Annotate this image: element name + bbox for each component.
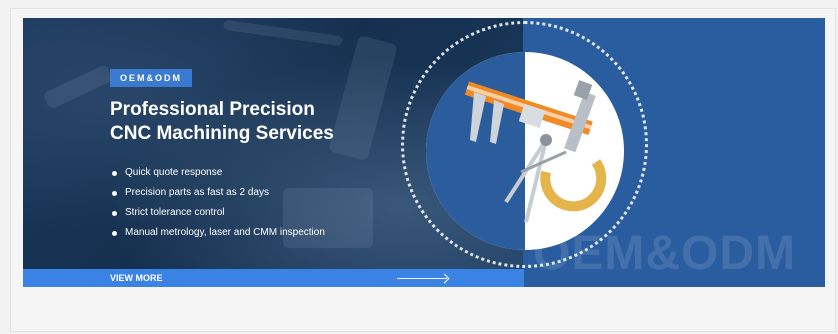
page-title: Professional Precision CNC Machining Ser… <box>110 98 410 146</box>
list-item: Quick quote response <box>110 163 325 183</box>
tools-image <box>426 52 624 250</box>
feature-text: Manual metrology, laser and CMM inspecti… <box>125 227 325 238</box>
list-item: Precision parts as fast as 2 days <box>110 183 325 203</box>
hero-banner[interactable]: OEM&ODM OEM&ODM Professional Precision C… <box>23 18 825 287</box>
feature-list: Quick quote response Precision parts as … <box>110 163 325 243</box>
bullet-icon <box>112 231 117 236</box>
feature-text: Quick quote response <box>125 167 223 178</box>
micrometer-icon <box>540 80 607 212</box>
feature-text: Precision parts as fast as 2 days <box>125 187 269 198</box>
arrow-right-icon <box>397 278 447 279</box>
bullet-icon <box>112 211 117 216</box>
list-item: Manual metrology, laser and CMM inspecti… <box>110 223 325 243</box>
feature-text: Strict tolerance control <box>125 207 225 218</box>
bullet-icon <box>112 171 117 176</box>
view-more-button[interactable]: VIEW MORE <box>23 269 524 287</box>
list-item: Strict tolerance control <box>110 203 325 223</box>
headline-line-2: CNC Machining Services <box>110 123 334 144</box>
view-more-label: VIEW MORE <box>110 273 163 283</box>
bullet-icon <box>112 191 117 196</box>
compass-icon <box>504 134 567 223</box>
headline-line-1: Professional Precision <box>110 99 315 120</box>
oem-odm-badge: OEM&ODM <box>110 69 192 87</box>
